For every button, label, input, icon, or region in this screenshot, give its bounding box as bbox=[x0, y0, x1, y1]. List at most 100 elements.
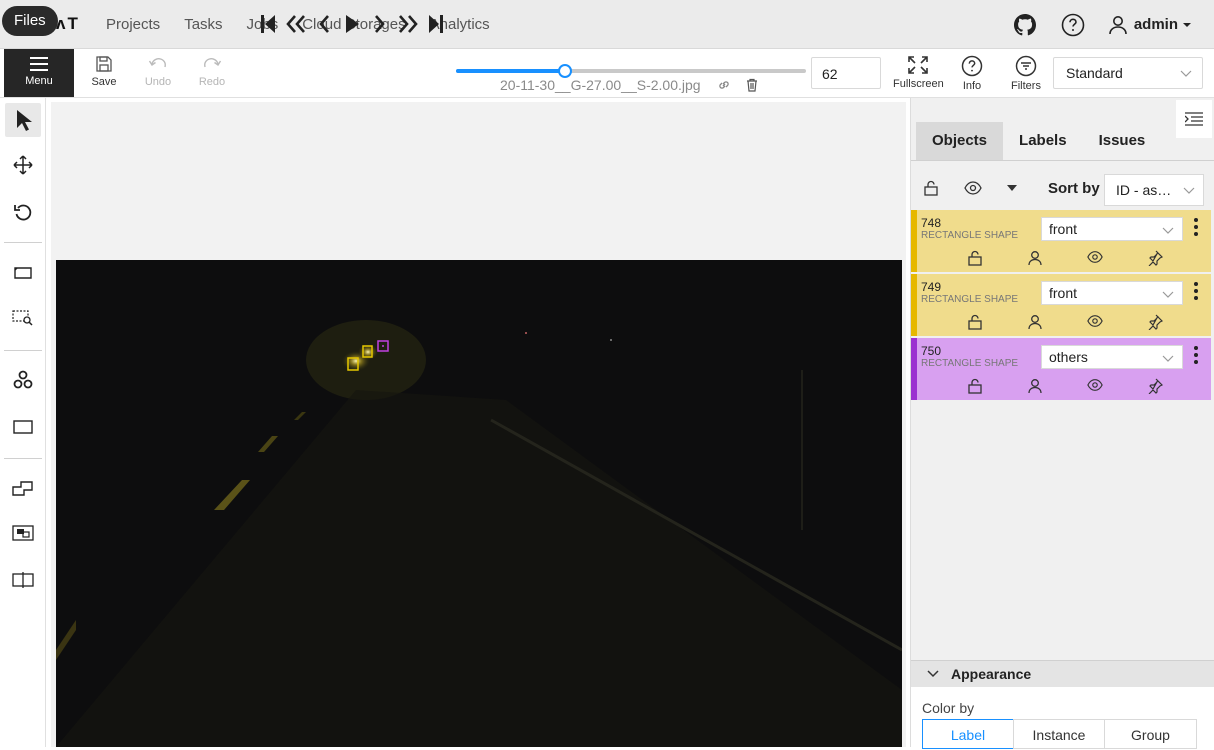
tool-divider bbox=[4, 350, 42, 351]
object-item[interactable]: 749 RECTANGLE SHAPE front bbox=[911, 274, 1211, 336]
move-tool[interactable] bbox=[5, 148, 41, 182]
fit-image-tool[interactable] bbox=[5, 256, 41, 290]
user-icon[interactable] bbox=[1027, 378, 1043, 394]
user-name: admin bbox=[1133, 16, 1178, 33]
split-tool[interactable] bbox=[5, 563, 41, 597]
chevron-down-icon bbox=[1162, 227, 1174, 234]
unlock-icon[interactable] bbox=[967, 378, 983, 394]
save-button[interactable]: Save bbox=[80, 49, 128, 97]
cursor-icon bbox=[17, 110, 32, 131]
tab-labels[interactable]: Labels bbox=[1003, 122, 1083, 160]
menu-fold-icon bbox=[1185, 112, 1203, 126]
fullscreen-icon bbox=[908, 56, 928, 74]
zoom-region-icon bbox=[12, 310, 33, 326]
object-label-select[interactable]: front bbox=[1041, 217, 1183, 241]
color-by-instance-option[interactable]: Instance bbox=[1013, 719, 1105, 749]
object-id: 748 bbox=[921, 216, 942, 230]
sort-value: ID - as… bbox=[1116, 182, 1172, 198]
back-step-icon[interactable] bbox=[282, 12, 310, 36]
frame-slider-fill bbox=[456, 69, 565, 73]
caret-down-icon[interactable] bbox=[1006, 184, 1018, 192]
object-label-select[interactable]: front bbox=[1041, 281, 1183, 305]
pin-icon[interactable] bbox=[1147, 314, 1163, 330]
sort-select[interactable]: ID - as… bbox=[1104, 174, 1204, 206]
undo-button[interactable]: Undo bbox=[134, 49, 182, 97]
frame-number-input[interactable]: 62 bbox=[811, 57, 881, 89]
menu-label: Menu bbox=[25, 75, 53, 87]
tabs-underline bbox=[911, 160, 1214, 161]
github-icon[interactable] bbox=[1012, 12, 1038, 38]
redo-icon bbox=[204, 58, 222, 68]
nav-projects[interactable]: Projects bbox=[106, 0, 160, 49]
ai-tools-icon bbox=[13, 370, 33, 389]
filters-label: Filters bbox=[1011, 80, 1041, 92]
tab-objects[interactable]: Objects bbox=[916, 122, 1004, 160]
pin-icon[interactable] bbox=[1147, 250, 1163, 266]
eye-all-icon[interactable] bbox=[964, 181, 982, 195]
more-vertical-icon[interactable] bbox=[1194, 282, 1198, 300]
object-item[interactable]: 748 RECTANGLE SHAPE front bbox=[911, 210, 1211, 272]
user-menu[interactable]: admin bbox=[1108, 15, 1202, 35]
object-label-select[interactable]: others bbox=[1041, 345, 1183, 369]
frame-slider-handle[interactable] bbox=[557, 64, 572, 78]
redo-button[interactable]: Redo bbox=[188, 49, 236, 97]
info-button[interactable]: Info bbox=[953, 49, 991, 92]
more-vertical-icon[interactable] bbox=[1194, 346, 1198, 364]
fit-icon bbox=[14, 267, 32, 279]
chevron-down-icon bbox=[1162, 355, 1174, 362]
chevron-down-icon bbox=[1183, 187, 1195, 194]
save-icon bbox=[96, 56, 112, 72]
lock-all-icon[interactable] bbox=[923, 180, 939, 196]
forward-step-icon[interactable] bbox=[394, 12, 422, 36]
draw-rectangle-tool[interactable] bbox=[5, 410, 41, 444]
tool-divider bbox=[4, 242, 42, 243]
top-navbar: ʌT Projects Tasks Jobs Cloud Storages An… bbox=[0, 0, 1214, 49]
rotate-tool[interactable] bbox=[5, 195, 41, 229]
next-frame-icon[interactable] bbox=[366, 12, 394, 36]
object-item[interactable]: 750 RECTANGLE SHAPE others bbox=[911, 338, 1211, 400]
chevron-down-icon bbox=[1162, 291, 1174, 298]
move-icon bbox=[13, 155, 33, 175]
tab-issues[interactable]: Issues bbox=[1083, 122, 1162, 160]
help-icon[interactable] bbox=[1060, 12, 1086, 38]
eye-icon[interactable] bbox=[1087, 250, 1103, 266]
ai-tools[interactable] bbox=[5, 363, 41, 397]
user-icon[interactable] bbox=[1027, 314, 1043, 330]
frame-slider[interactable] bbox=[456, 64, 806, 78]
object-id: 750 bbox=[921, 344, 942, 358]
eye-icon[interactable] bbox=[1087, 314, 1103, 330]
cursor-tool[interactable] bbox=[5, 103, 41, 137]
rectangle-icon bbox=[13, 420, 33, 434]
sidebar-collapse-button[interactable] bbox=[1176, 100, 1212, 138]
group-tool[interactable] bbox=[5, 516, 41, 550]
link-icon[interactable] bbox=[717, 78, 731, 92]
merge-tool[interactable] bbox=[5, 471, 41, 505]
filters-button[interactable]: Filters bbox=[1006, 49, 1046, 92]
previous-frame-icon[interactable] bbox=[310, 12, 338, 36]
unlock-icon[interactable] bbox=[967, 250, 983, 266]
menu-button[interactable]: Menu bbox=[4, 49, 74, 97]
sidebar-tabs: Objects Labels Issues bbox=[916, 122, 1161, 160]
last-frame-icon[interactable] bbox=[422, 12, 450, 36]
color-by-group-option[interactable]: Group bbox=[1104, 719, 1197, 749]
fullscreen-button[interactable]: Fullscreen bbox=[893, 49, 944, 90]
zoom-region-tool[interactable] bbox=[5, 301, 41, 335]
eye-icon[interactable] bbox=[1087, 378, 1103, 394]
first-frame-icon[interactable] bbox=[254, 12, 282, 36]
nav-tasks[interactable]: Tasks bbox=[184, 0, 222, 49]
object-label-value: front bbox=[1049, 221, 1078, 237]
sort-by-label: Sort by bbox=[1048, 180, 1100, 197]
play-icon[interactable] bbox=[338, 12, 366, 36]
unlock-icon[interactable] bbox=[967, 314, 983, 330]
delete-icon[interactable] bbox=[745, 78, 759, 92]
workspace-select[interactable]: Standard bbox=[1053, 57, 1203, 89]
pin-icon[interactable] bbox=[1147, 378, 1163, 394]
tool-divider bbox=[4, 458, 42, 459]
more-vertical-icon[interactable] bbox=[1194, 218, 1198, 236]
color-by-label-option[interactable]: Label bbox=[922, 719, 1014, 749]
object-id: 749 bbox=[921, 280, 942, 294]
appearance-header[interactable]: Appearance bbox=[911, 660, 1214, 687]
user-icon[interactable] bbox=[1027, 250, 1043, 266]
cvat-logo[interactable]: ʌT bbox=[56, 14, 80, 34]
frame-image[interactable] bbox=[56, 260, 902, 747]
